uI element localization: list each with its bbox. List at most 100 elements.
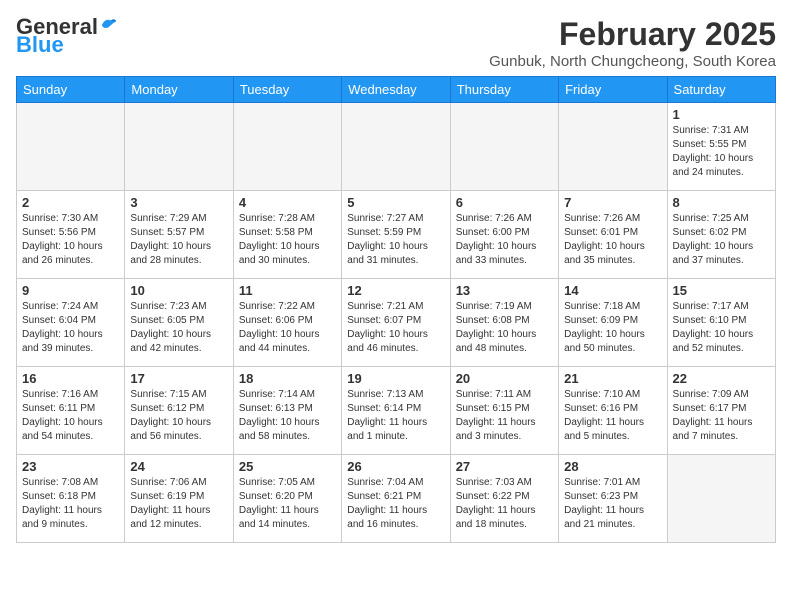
day-number: 16 (22, 371, 119, 386)
day-info: Sunrise: 7:13 AM Sunset: 6:14 PM Dayligh… (347, 388, 444, 444)
calendar-cell (559, 103, 667, 191)
day-info: Sunrise: 7:03 AM Sunset: 6:22 PM Dayligh… (456, 476, 553, 532)
calendar-cell: 4 Sunrise: 7:28 AM Sunset: 5:58 PM Daylig… (233, 191, 341, 279)
day-number: 10 (130, 283, 227, 298)
day-number: 28 (564, 459, 661, 474)
calendar-cell: 27 Sunrise: 7:03 AM Sunset: 6:22 PM Dayli… (450, 455, 558, 543)
day-number: 1 (673, 107, 770, 122)
day-number: 7 (564, 195, 661, 210)
calendar-table: SundayMondayTuesdayWednesdayThursdayFrid… (16, 76, 776, 543)
day-number: 2 (22, 195, 119, 210)
calendar-header-monday: Monday (125, 77, 233, 103)
calendar-header-saturday: Saturday (667, 77, 775, 103)
calendar-cell: 18 Sunrise: 7:14 AM Sunset: 6:13 PM Dayli… (233, 367, 341, 455)
day-number: 8 (673, 195, 770, 210)
day-number: 13 (456, 283, 553, 298)
day-info: Sunrise: 7:15 AM Sunset: 6:12 PM Dayligh… (130, 388, 227, 444)
calendar-header-row: SundayMondayTuesdayWednesdayThursdayFrid… (17, 77, 776, 103)
calendar-cell: 13 Sunrise: 7:19 AM Sunset: 6:08 PM Dayli… (450, 279, 558, 367)
calendar-header-thursday: Thursday (450, 77, 558, 103)
day-number: 15 (673, 283, 770, 298)
calendar-cell (17, 103, 125, 191)
day-info: Sunrise: 7:28 AM Sunset: 5:58 PM Dayligh… (239, 212, 336, 268)
calendar-week-4: 16 Sunrise: 7:16 AM Sunset: 6:11 PM Dayli… (17, 367, 776, 455)
day-number: 22 (673, 371, 770, 386)
calendar-cell: 25 Sunrise: 7:05 AM Sunset: 6:20 PM Dayli… (233, 455, 341, 543)
day-info: Sunrise: 7:17 AM Sunset: 6:10 PM Dayligh… (673, 300, 770, 356)
calendar-cell: 14 Sunrise: 7:18 AM Sunset: 6:09 PM Dayli… (559, 279, 667, 367)
day-number: 23 (22, 459, 119, 474)
day-info: Sunrise: 7:19 AM Sunset: 6:08 PM Dayligh… (456, 300, 553, 356)
calendar-cell: 12Sunrise: 7:21 AM Sunset: 6:07 PM Dayli… (342, 279, 450, 367)
day-number: 3 (130, 195, 227, 210)
calendar-cell: 9 Sunrise: 7:24 AM Sunset: 6:04 PM Daylig… (17, 279, 125, 367)
day-info: Sunrise: 7:26 AM Sunset: 6:00 PM Dayligh… (456, 212, 553, 268)
day-number: 21 (564, 371, 661, 386)
day-info: Sunrise: 7:25 AM Sunset: 6:02 PM Dayligh… (673, 212, 770, 268)
month-title: February 2025 (489, 16, 776, 53)
day-info: Sunrise: 7:23 AM Sunset: 6:05 PM Dayligh… (130, 300, 227, 356)
calendar-header-wednesday: Wednesday (342, 77, 450, 103)
day-number: 4 (239, 195, 336, 210)
calendar-cell: 15 Sunrise: 7:17 AM Sunset: 6:10 PM Dayli… (667, 279, 775, 367)
day-info: Sunrise: 7:04 AM Sunset: 6:21 PM Dayligh… (347, 476, 444, 532)
calendar-week-2: 2 Sunrise: 7:30 AM Sunset: 5:56 PM Daylig… (17, 191, 776, 279)
day-info: Sunrise: 7:16 AM Sunset: 6:11 PM Dayligh… (22, 388, 119, 444)
calendar-cell: 7Sunrise: 7:26 AM Sunset: 6:01 PM Daylig… (559, 191, 667, 279)
logo: General Blue (16, 16, 118, 56)
day-info: Sunrise: 7:08 AM Sunset: 6:18 PM Dayligh… (22, 476, 119, 532)
calendar-cell: 24 Sunrise: 7:06 AM Sunset: 6:19 PM Dayli… (125, 455, 233, 543)
calendar-cell: 21Sunrise: 7:10 AM Sunset: 6:16 PM Dayli… (559, 367, 667, 455)
day-info: Sunrise: 7:18 AM Sunset: 6:09 PM Dayligh… (564, 300, 661, 356)
calendar-week-3: 9 Sunrise: 7:24 AM Sunset: 6:04 PM Daylig… (17, 279, 776, 367)
logo-blue: Blue (16, 34, 64, 56)
calendar-cell: 26 Sunrise: 7:04 AM Sunset: 6:21 PM Dayli… (342, 455, 450, 543)
day-info: Sunrise: 7:05 AM Sunset: 6:20 PM Dayligh… (239, 476, 336, 532)
logo-bird-icon (100, 16, 118, 34)
day-info: Sunrise: 7:27 AM Sunset: 5:59 PM Dayligh… (347, 212, 444, 268)
calendar-cell: 28Sunrise: 7:01 AM Sunset: 6:23 PM Dayli… (559, 455, 667, 543)
day-number: 11 (239, 283, 336, 298)
day-info: Sunrise: 7:31 AM Sunset: 5:55 PM Dayligh… (673, 124, 770, 180)
day-number: 19 (347, 371, 444, 386)
calendar-week-5: 23 Sunrise: 7:08 AM Sunset: 6:18 PM Dayli… (17, 455, 776, 543)
day-info: Sunrise: 7:09 AM Sunset: 6:17 PM Dayligh… (673, 388, 770, 444)
calendar-cell: 8 Sunrise: 7:25 AM Sunset: 6:02 PM Daylig… (667, 191, 775, 279)
day-number: 18 (239, 371, 336, 386)
calendar-header-friday: Friday (559, 77, 667, 103)
day-info: Sunrise: 7:24 AM Sunset: 6:04 PM Dayligh… (22, 300, 119, 356)
calendar-cell (125, 103, 233, 191)
day-info: Sunrise: 7:30 AM Sunset: 5:56 PM Dayligh… (22, 212, 119, 268)
calendar-cell (667, 455, 775, 543)
calendar-cell: 17Sunrise: 7:15 AM Sunset: 6:12 PM Dayli… (125, 367, 233, 455)
calendar-cell (342, 103, 450, 191)
calendar-cell (233, 103, 341, 191)
day-number: 27 (456, 459, 553, 474)
calendar-cell: 10 Sunrise: 7:23 AM Sunset: 6:05 PM Dayli… (125, 279, 233, 367)
day-number: 12 (347, 283, 444, 298)
calendar-cell: 19 Sunrise: 7:13 AM Sunset: 6:14 PM Dayli… (342, 367, 450, 455)
calendar-cell: 23 Sunrise: 7:08 AM Sunset: 6:18 PM Dayli… (17, 455, 125, 543)
day-info: Sunrise: 7:14 AM Sunset: 6:13 PM Dayligh… (239, 388, 336, 444)
day-number: 5 (347, 195, 444, 210)
calendar-header-sunday: Sunday (17, 77, 125, 103)
day-number: 6 (456, 195, 553, 210)
calendar-cell: 11 Sunrise: 7:22 AM Sunset: 6:06 PM Dayli… (233, 279, 341, 367)
day-info: Sunrise: 7:06 AM Sunset: 6:19 PM Dayligh… (130, 476, 227, 532)
day-number: 25 (239, 459, 336, 474)
calendar-cell: 20Sunrise: 7:11 AM Sunset: 6:15 PM Dayli… (450, 367, 558, 455)
day-number: 26 (347, 459, 444, 474)
day-number: 9 (22, 283, 119, 298)
day-number: 24 (130, 459, 227, 474)
calendar-cell: 3Sunrise: 7:29 AM Sunset: 5:57 PM Daylig… (125, 191, 233, 279)
day-number: 20 (456, 371, 553, 386)
calendar-cell: 5 Sunrise: 7:27 AM Sunset: 5:59 PM Daylig… (342, 191, 450, 279)
page-header: General Blue February 2025 Gunbuk, North… (16, 16, 776, 70)
calendar-cell: 22 Sunrise: 7:09 AM Sunset: 6:17 PM Dayli… (667, 367, 775, 455)
day-info: Sunrise: 7:22 AM Sunset: 6:06 PM Dayligh… (239, 300, 336, 356)
day-number: 14 (564, 283, 661, 298)
calendar-header-tuesday: Tuesday (233, 77, 341, 103)
calendar-cell: 6 Sunrise: 7:26 AM Sunset: 6:00 PM Daylig… (450, 191, 558, 279)
calendar-cell (450, 103, 558, 191)
calendar-cell: 16 Sunrise: 7:16 AM Sunset: 6:11 PM Dayli… (17, 367, 125, 455)
